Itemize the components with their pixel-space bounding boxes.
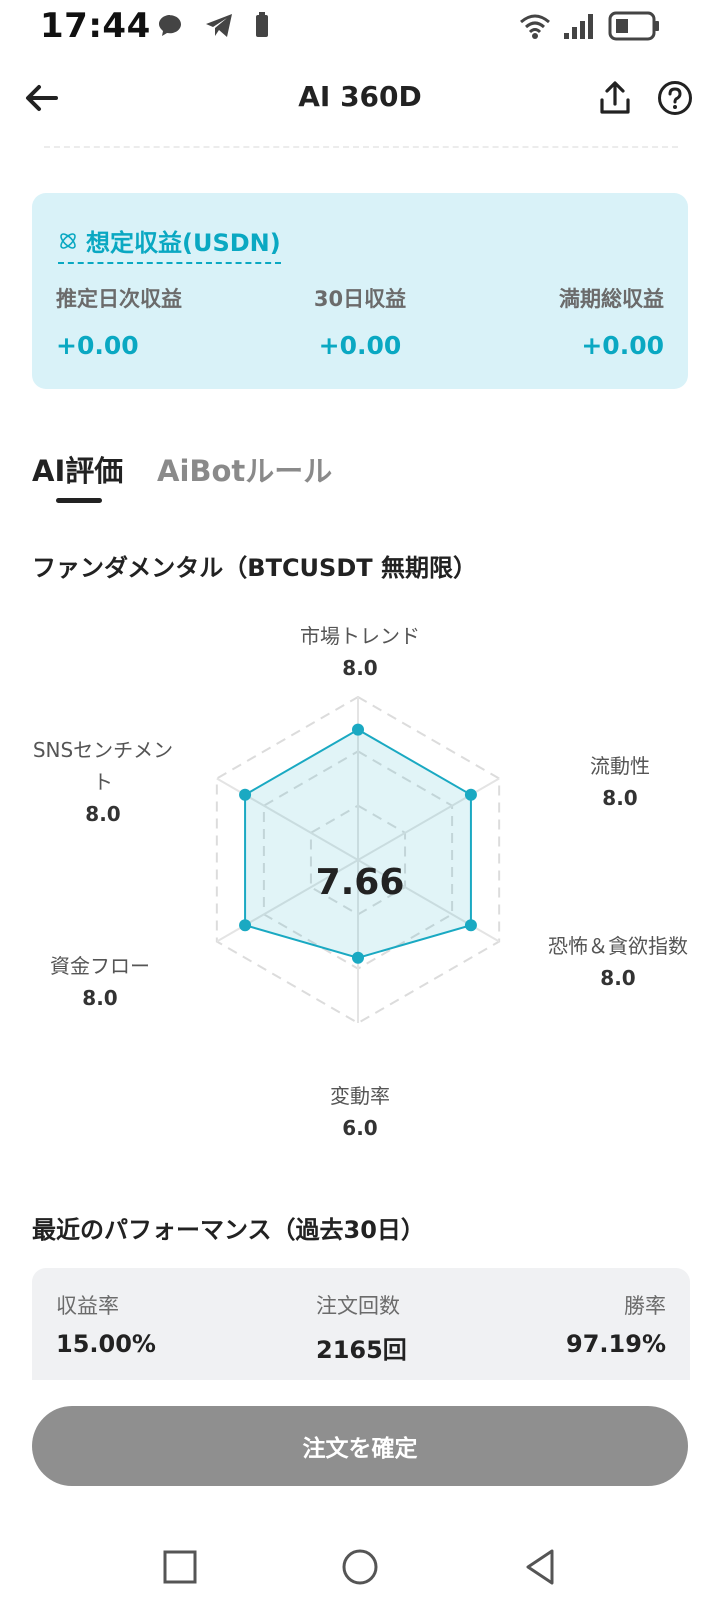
income-total: 満期総収益 +0.00 <box>444 283 664 360</box>
circle-icon <box>342 1549 378 1585</box>
axis-liquidity: 流動性 8.0 <box>560 750 680 814</box>
axis-fund-flow-label: 資金フロー <box>50 954 150 978</box>
perf-orders: 注文回数 2165回 <box>316 1290 407 1365</box>
income-total-label: 満期総収益 <box>559 287 664 311</box>
income-daily-label: 推定日次収益 <box>56 287 182 311</box>
share-icon <box>600 81 630 114</box>
status-time: 17:44 <box>40 6 151 46</box>
axis-volatility-value: 6.0 <box>342 1116 378 1140</box>
tab-active-indicator <box>56 498 102 503</box>
axis-fund-flow-value: 8.0 <box>82 986 118 1010</box>
radar-point-4 <box>352 951 364 964</box>
axis-market-trend-value: 8.0 <box>342 656 378 680</box>
performance-title: 最近のパフォーマンス（過去30日） <box>32 1216 425 1244</box>
nav-recents-button[interactable] <box>158 1545 202 1589</box>
tab-ai-rating[interactable]: AI評価 <box>32 448 123 490</box>
axis-fear-greed: 恐怖＆貪欲指数 8.0 <box>548 930 688 994</box>
battery-small-icon <box>256 12 268 37</box>
radar-point-2 <box>464 788 477 801</box>
atom-icon <box>60 232 76 249</box>
income-30d-label: 30日収益 <box>313 287 407 311</box>
performance-card: 収益率 15.00% 注文回数 2165回 勝率 97.19% <box>32 1268 690 1380</box>
square-icon <box>163 1550 197 1584</box>
income-30d: 30日収益 +0.00 <box>250 283 470 360</box>
fundamental-title: ファンダメンタル（BTCUSDT 無期限） <box>32 554 477 582</box>
perf-orders-label: 注文回数 <box>316 1294 400 1318</box>
perf-return-value: 15.00% <box>56 1330 156 1358</box>
nav-home-button[interactable] <box>338 1545 382 1589</box>
help-button[interactable] <box>657 80 693 116</box>
question-circle-icon <box>658 81 692 115</box>
radar-point-3 <box>464 919 477 932</box>
radar-value-area <box>244 728 472 959</box>
axis-fear-greed-label: 恐怖＆貪欲指数 <box>548 934 688 958</box>
income-title-text: 想定収益(USDN) <box>86 229 281 257</box>
axis-sns-sentiment-value: 8.0 <box>85 802 121 826</box>
income-title[interactable]: 想定収益(USDN) <box>58 223 281 264</box>
perf-winrate-label: 勝率 <box>624 1294 666 1318</box>
radar-point-5 <box>239 919 252 932</box>
radar-point-1 <box>352 723 364 736</box>
tab-aibot-rules[interactable]: AiBotルール <box>157 448 332 490</box>
share-button[interactable] <box>597 78 633 118</box>
status-notification-icons <box>155 10 271 40</box>
signal-icon <box>564 14 593 39</box>
axis-sns-sentiment: SNSセンチメント 8.0 <box>28 734 178 830</box>
axis-market-trend: 市場トレンド 8.0 <box>260 620 460 684</box>
perf-winrate: 勝率 97.19% <box>566 1290 666 1358</box>
overall-score: 7.66 <box>315 862 405 903</box>
axis-liquidity-value: 8.0 <box>602 786 638 810</box>
perf-return-label: 収益率 <box>56 1294 119 1318</box>
axis-volatility: 変動率 6.0 <box>290 1080 430 1144</box>
axis-volatility-label: 変動率 <box>330 1084 390 1108</box>
income-30d-value: +0.00 <box>318 331 402 360</box>
income-daily-value: +0.00 <box>56 331 139 360</box>
battery-icon <box>608 11 659 41</box>
radar-point-6 <box>239 788 252 801</box>
telegram-icon <box>206 14 232 37</box>
axis-sns-sentiment-label: SNSセンチメント <box>32 738 174 794</box>
header-divider <box>44 146 678 148</box>
nav-back-button[interactable] <box>518 1545 562 1589</box>
axis-fear-greed-value: 8.0 <box>600 966 636 990</box>
expected-income-card: 想定収益(USDN) 推定日次収益 +0.00 30日収益 +0.00 満期総収… <box>32 193 688 389</box>
perf-orders-value: 2165回 <box>316 1336 407 1364</box>
axis-liquidity-label: 流動性 <box>590 754 650 778</box>
axis-fund-flow: 資金フロー 8.0 <box>30 950 170 1014</box>
triangle-back-icon <box>526 1549 554 1585</box>
status-system-icons <box>518 10 660 42</box>
income-total-value: +0.00 <box>581 331 664 360</box>
perf-winrate-value: 97.19% <box>566 1330 666 1358</box>
wifi-icon <box>520 14 550 39</box>
income-daily: 推定日次収益 +0.00 <box>56 283 276 360</box>
chat-bubble-icon <box>159 15 181 36</box>
perf-return: 収益率 15.00% <box>56 1290 156 1358</box>
axis-market-trend-label: 市場トレンド <box>300 624 420 648</box>
confirm-order-button[interactable]: 注文を確定 <box>32 1406 688 1486</box>
